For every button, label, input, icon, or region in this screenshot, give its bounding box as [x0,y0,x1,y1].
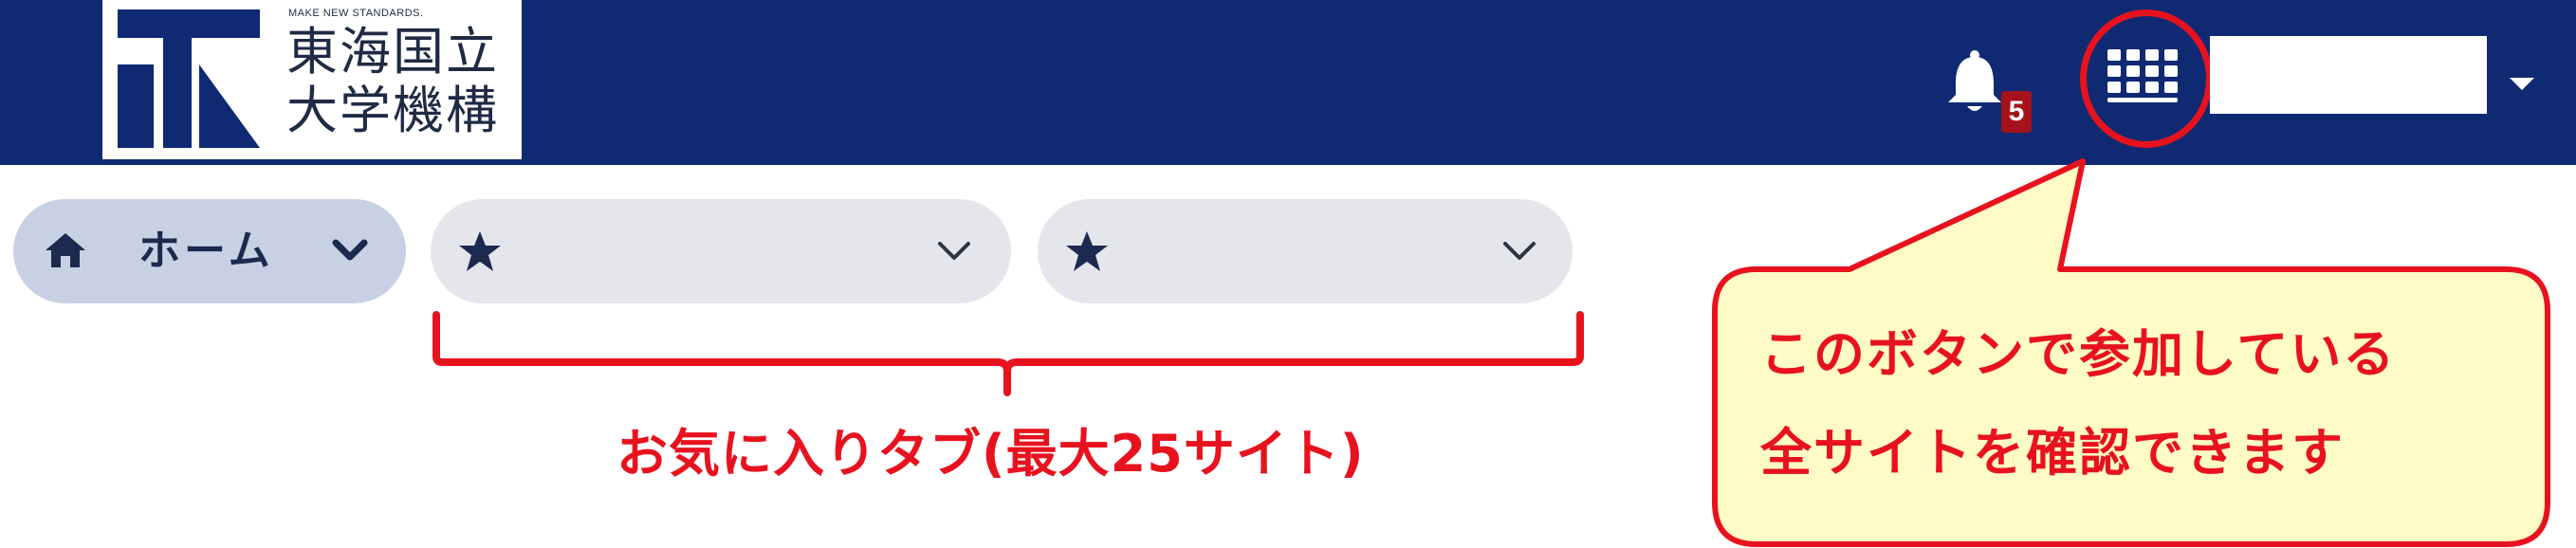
callout-line-2: 全サイトを確認できます [1760,423,2345,483]
logo-tagline: MAKE NEW STANDARDS. [288,8,424,19]
favorites-caption: お気に入りタブ(最大25サイト) [616,424,1365,484]
logo-name-line1: 東海国立 [286,22,499,82]
star-icon [459,231,501,271]
grid-icon[interactable] [2107,49,2178,104]
top-navbar: MAKE NEW STANDARDS. 東海国立 大学機構 5 [0,0,2576,165]
caret-down-icon[interactable] [2510,78,2534,90]
tab-favorite-1[interactable] [431,199,1011,303]
university-logo[interactable]: MAKE NEW STANDARDS. 東海国立 大学機構 [102,0,522,159]
user-name-box[interactable] [2210,36,2487,114]
logo-name: 東海国立 大学機構 [286,23,514,140]
chevron-down-icon[interactable] [937,241,971,262]
star-icon [1066,231,1108,271]
chevron-down-icon[interactable] [332,239,368,262]
favorites-bracket [432,311,1584,396]
logo-name-line2: 大学機構 [286,81,499,140]
chevron-down-icon[interactable] [1502,241,1536,262]
tab-favorite-2[interactable] [1038,199,1573,303]
callout-line-1: このボタンで参加している [1760,324,2397,384]
bell-icon[interactable] [1944,49,2005,116]
home-icon [46,233,85,267]
callout-text: このボタンで参加している 全サイトを確認できます [1760,305,2519,502]
notification-count-badge: 5 [2001,91,2032,133]
logo-mark-icon [118,9,260,148]
tab-home-label: ホーム [138,227,274,275]
tab-home[interactable]: ホーム [13,199,406,303]
